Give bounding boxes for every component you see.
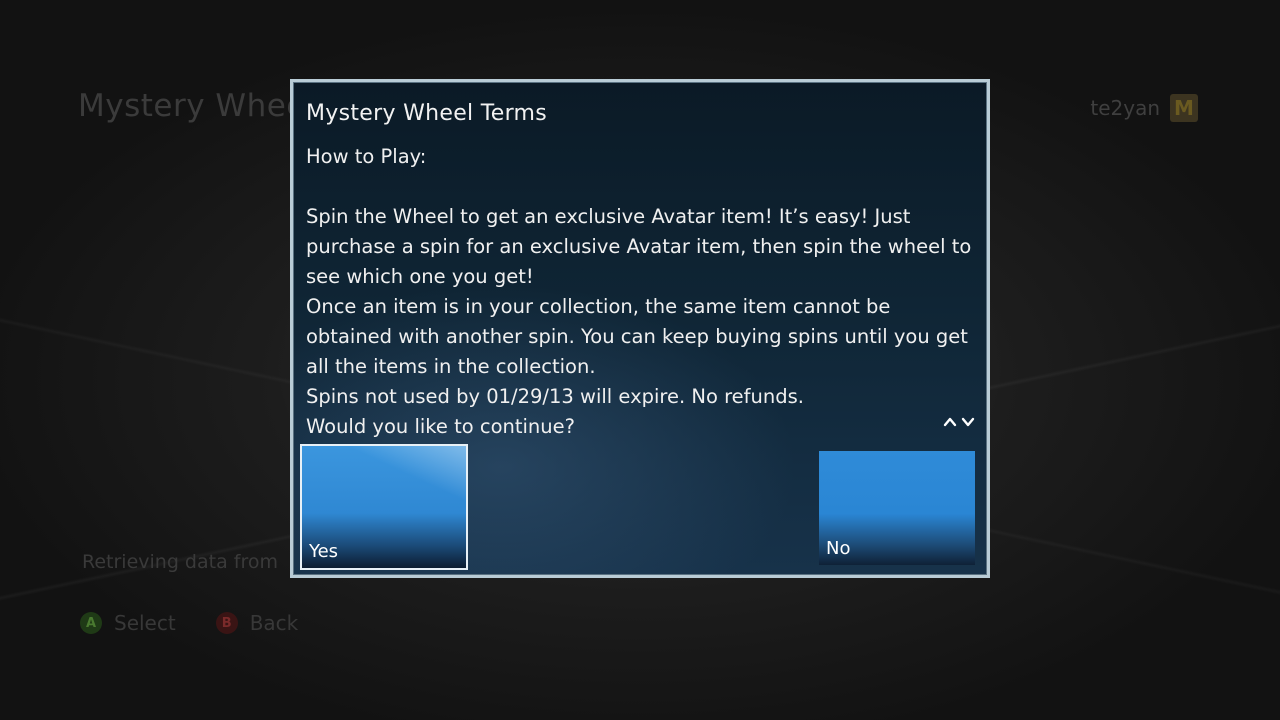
back-hint: B Back [215, 611, 299, 635]
terms-paragraph-expiry: Spins not used by 01/29/13 will expire. … [306, 385, 805, 408]
gamertag-area: te2yan M [1090, 94, 1198, 122]
continue-question: Would you like to continue? [306, 415, 575, 438]
yes-button-label: Yes [309, 541, 339, 562]
chevron-up-icon[interactable] [943, 415, 957, 429]
dialog-body: How to Play: Spin the Wheel to get an ex… [306, 142, 976, 442]
background-status-text: Retrieving data from [82, 551, 278, 573]
background-page-title: Mystery Wheel [78, 88, 315, 124]
how-to-play-heading: How to Play: [306, 145, 427, 168]
dialog-title: Mystery Wheel Terms [306, 101, 548, 126]
b-button-icon: B [215, 612, 238, 634]
select-hint-label: Select [114, 611, 176, 635]
controller-hints: A Select B Back [80, 611, 298, 635]
a-button-icon: A [80, 612, 102, 634]
chevron-down-icon[interactable] [961, 415, 975, 429]
no-button-label: No [826, 538, 851, 559]
scroll-indicator[interactable] [943, 415, 975, 429]
no-button[interactable]: No [819, 451, 975, 565]
select-hint: A Select [80, 611, 176, 635]
back-hint-label: Back [249, 611, 299, 635]
terms-paragraph-collection: Once an item is in your collection, the … [306, 295, 968, 378]
gamertag: te2yan [1090, 96, 1160, 120]
terms-dialog: Mystery Wheel Terms How to Play: Spin th… [290, 79, 990, 578]
mcdonalds-logo-icon: M [1170, 94, 1198, 122]
yes-button[interactable]: Yes [300, 444, 468, 570]
terms-paragraph-spin: Spin the Wheel to get an exclusive Avata… [306, 205, 972, 288]
